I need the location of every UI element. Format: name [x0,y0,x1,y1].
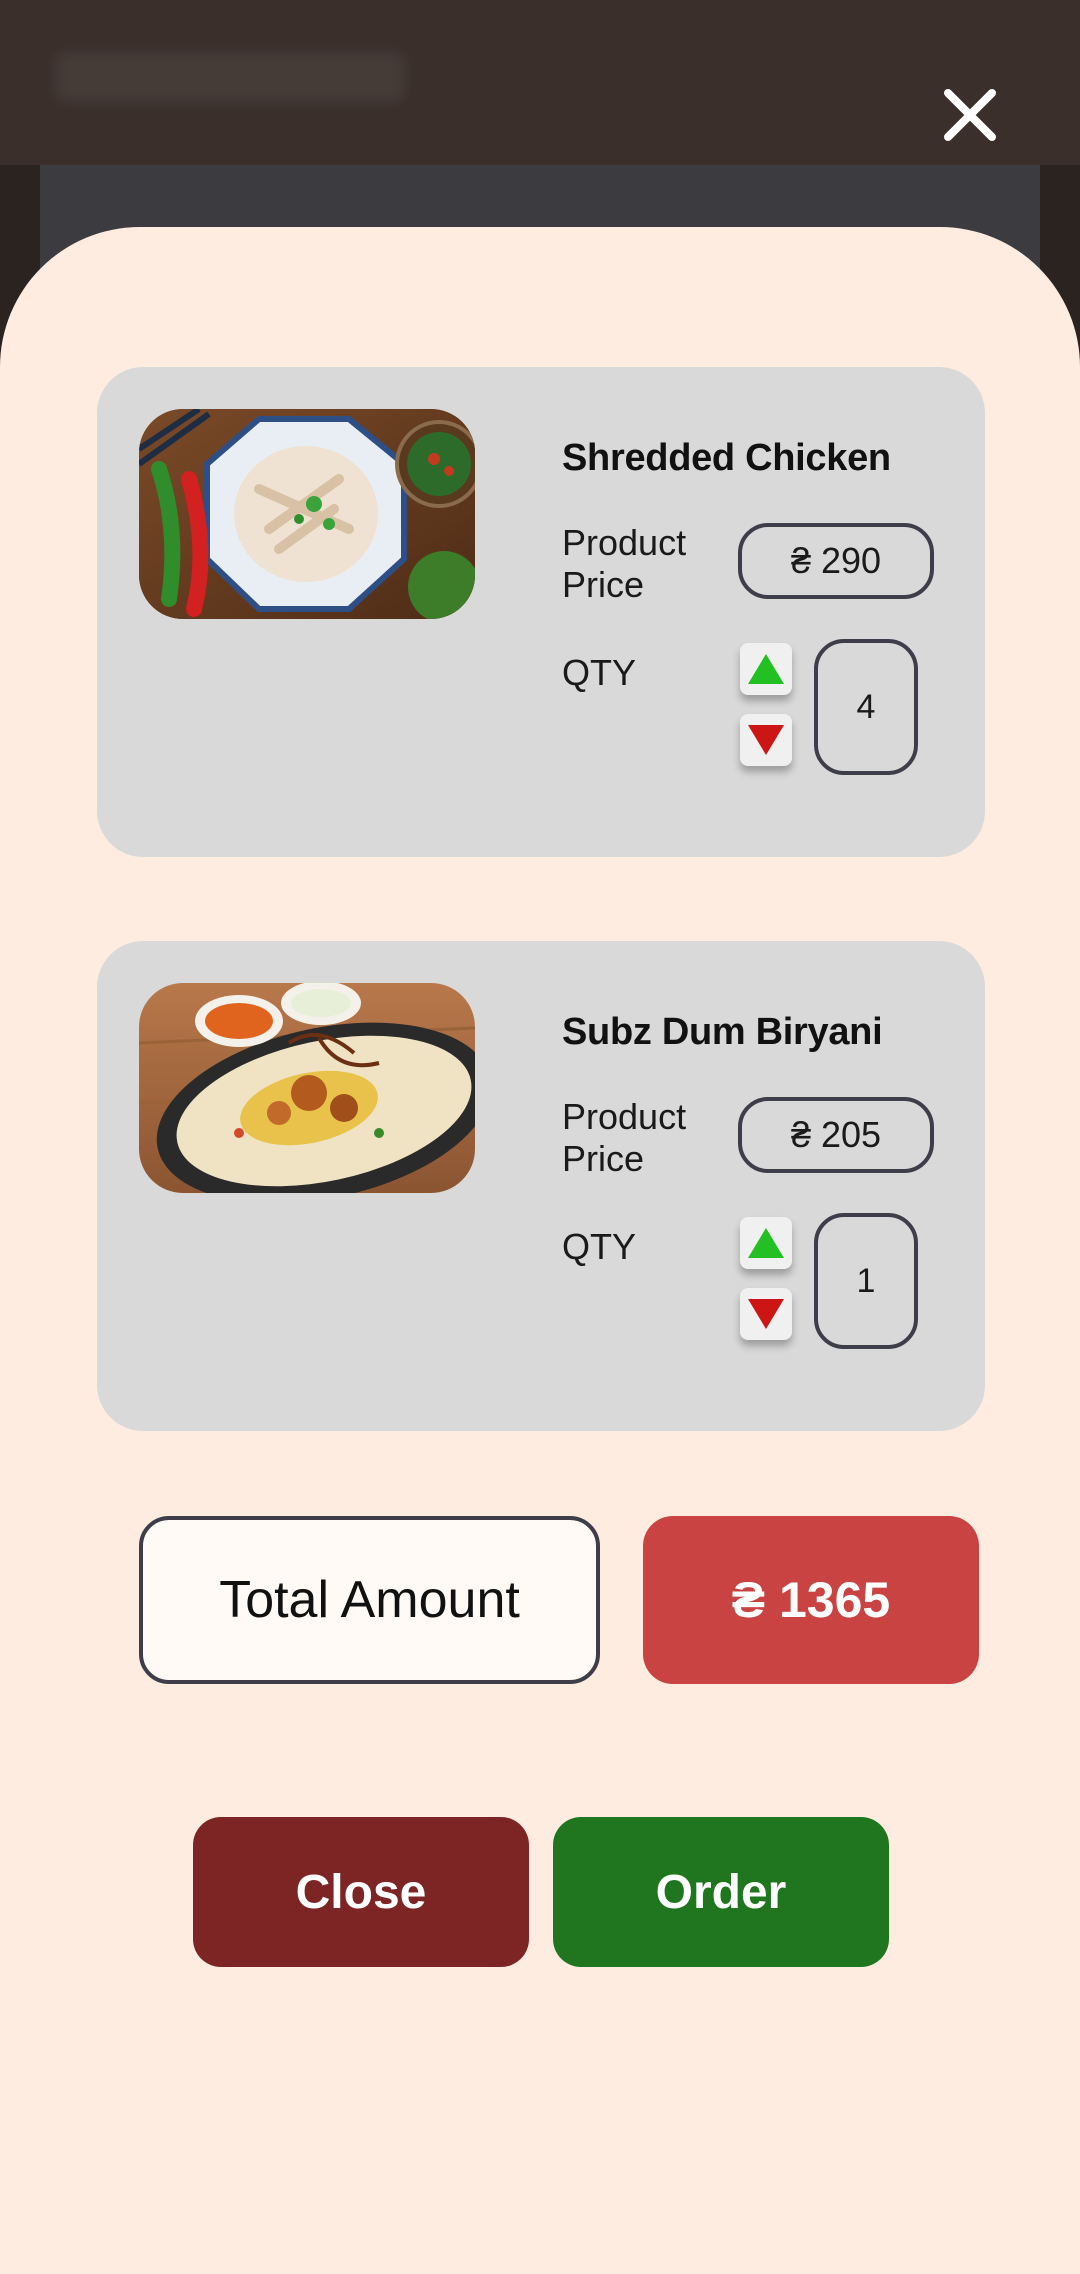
cart-item-card: Shredded Chicken Product Price ₴ 290 QTY… [97,367,985,857]
qty-label: QTY [562,652,637,693]
order-button[interactable]: Order [553,1817,889,1967]
biryani-photo [139,983,475,1193]
product-name: Subz Dum Biryani [562,1011,883,1053]
total-amount-label: Total Amount [139,1516,600,1684]
cart-item-card: Subz Dum Biryani Product Price ₴ 205 QTY… [97,941,985,1431]
product-price-label-text: Product Price [562,1096,687,1179]
arrow-down-icon [748,725,784,755]
background-app-header [0,0,1080,165]
close-button[interactable]: Close [193,1817,529,1967]
qty-increase-button[interactable] [740,643,792,695]
background-app-title [55,52,405,102]
total-amount-value: ₴ 1365 [643,1516,979,1684]
qty-increase-button[interactable] [740,1217,792,1269]
arrow-up-icon [748,1228,784,1258]
arrow-up-icon [748,654,784,684]
qty-label: QTY [562,1226,637,1267]
close-icon[interactable] [930,75,1010,155]
qty-value: 1 [814,1213,918,1349]
product-price: ₴ 205 [738,1097,934,1173]
product-price-label: Product Price [562,522,686,606]
qty-decrease-button[interactable] [740,714,792,766]
product-price-label-text: Product Price [562,522,687,605]
arrow-down-icon [748,1299,784,1329]
product-name: Shredded Chicken [562,437,891,479]
shredded-chicken-photo [139,409,475,619]
qty-decrease-button[interactable] [740,1288,792,1340]
product-price: ₴ 290 [738,523,934,599]
qty-value: 4 [814,639,918,775]
product-price-label: Product Price [562,1096,686,1180]
